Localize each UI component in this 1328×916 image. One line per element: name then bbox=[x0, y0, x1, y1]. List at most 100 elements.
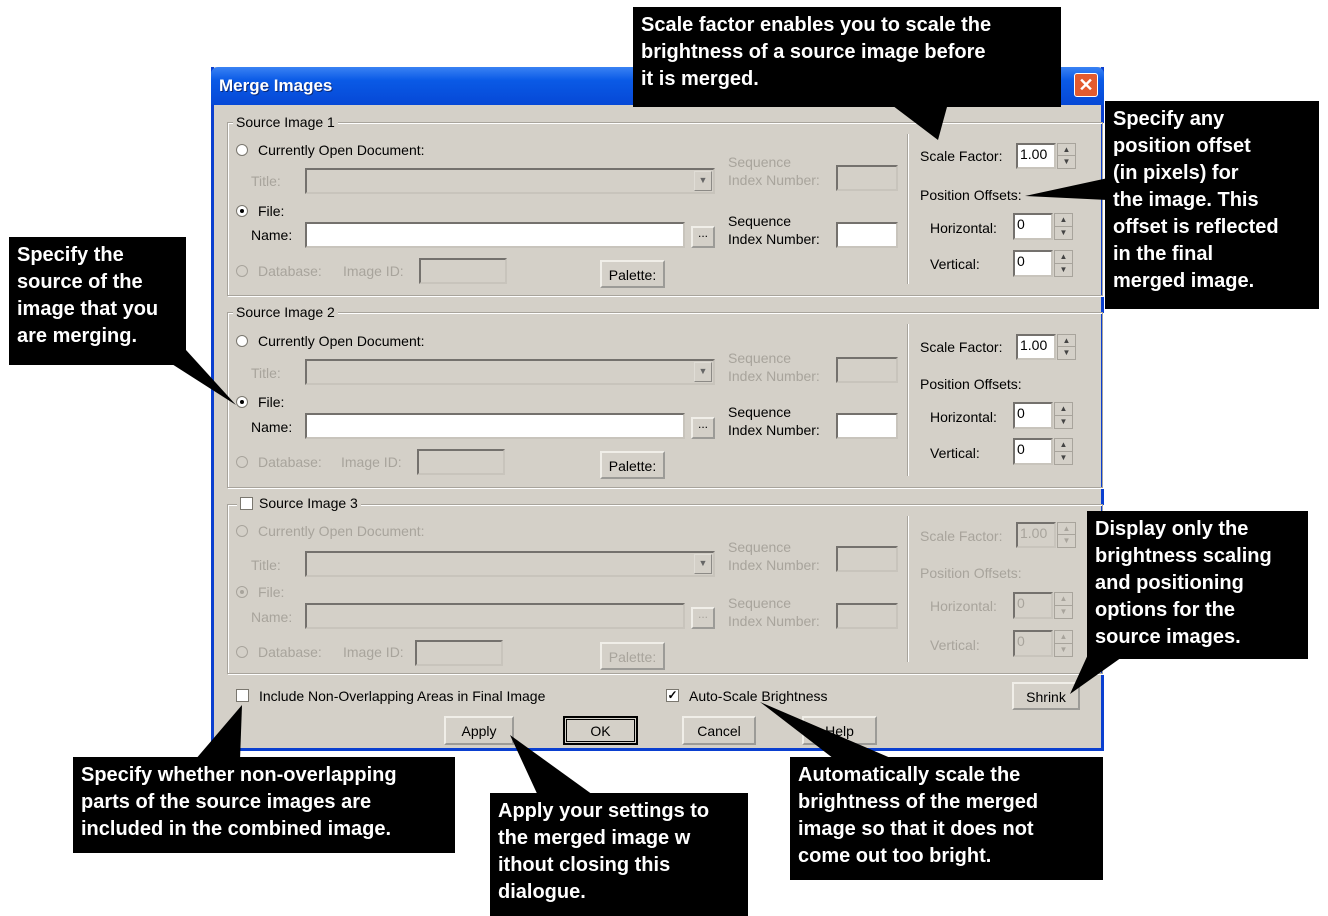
sequence-index-b1[interactable] bbox=[836, 222, 898, 248]
database-radio-3 bbox=[236, 646, 248, 658]
scale-factor-input-1[interactable]: 1.00 bbox=[1016, 143, 1056, 169]
sequence-index-b2[interactable] bbox=[836, 413, 898, 439]
horizontal-label-3: Horizontal: bbox=[930, 598, 997, 614]
browse-button-3: ... bbox=[691, 607, 715, 629]
vertical-offset-spinner-1[interactable]: ▲ ▼ bbox=[1054, 250, 1073, 277]
index-number-label-b2: Index Number: bbox=[728, 422, 820, 438]
image-id-input-1 bbox=[419, 258, 507, 284]
scale-factor-spinner-2[interactable]: ▲ ▼ bbox=[1057, 334, 1076, 360]
sequence-label-a3: Sequence bbox=[728, 539, 792, 555]
horizontal-label-1: Horizontal: bbox=[930, 220, 997, 236]
browse-button-2[interactable]: ... bbox=[691, 417, 715, 439]
horizontal-offset-input-2[interactable]: 0 bbox=[1013, 402, 1053, 429]
name-label-2: Name: bbox=[251, 419, 293, 435]
horizontal-offset-spinner-3: ▲ ▼ bbox=[1054, 592, 1073, 619]
file-radio-2[interactable] bbox=[236, 396, 248, 408]
database-label-1: Database: bbox=[258, 263, 322, 279]
palette-button-1[interactable]: Palette: bbox=[600, 260, 665, 288]
database-label-2: Database: bbox=[258, 454, 322, 470]
callout-scale-factor: Scale factor enables you to scale the br… bbox=[633, 7, 1061, 107]
position-offsets-label-1: Position Offsets: bbox=[920, 187, 1022, 203]
position-offsets-label-3: Position Offsets: bbox=[920, 565, 1022, 581]
index-number-label-b1: Index Number: bbox=[728, 231, 820, 247]
image-id-label-1: Image ID: bbox=[343, 263, 404, 279]
title-label-3: Title: bbox=[251, 557, 281, 573]
file-label-3: File: bbox=[258, 584, 285, 600]
include-non-overlapping-label: Include Non-Overlapping Areas in Final I… bbox=[259, 688, 546, 704]
divider bbox=[907, 134, 909, 284]
source-image-1-legend: Source Image 1 bbox=[233, 114, 338, 130]
horizontal-offset-spinner-1[interactable]: ▲ ▼ bbox=[1054, 213, 1073, 240]
file-name-input-3 bbox=[305, 603, 685, 629]
callout-apply: Apply your settings to the merged image … bbox=[490, 793, 748, 916]
horizontal-offset-input-3: 0 bbox=[1013, 592, 1053, 619]
vertical-offset-spinner-2[interactable]: ▲ ▼ bbox=[1054, 438, 1073, 465]
file-label-2: File: bbox=[258, 394, 285, 410]
close-button[interactable]: ✕ bbox=[1074, 73, 1098, 97]
horizontal-offset-input-1[interactable]: 0 bbox=[1013, 213, 1053, 240]
sequence-index-b3 bbox=[836, 603, 898, 629]
index-number-label-a1: Index Number: bbox=[728, 172, 820, 188]
image-id-input-3 bbox=[415, 640, 503, 666]
callout-position-offset: Specify any position offset (in pixels) … bbox=[1105, 101, 1319, 309]
title-combo-2: ▼ bbox=[305, 359, 715, 385]
browse-button-1[interactable]: ... bbox=[691, 226, 715, 248]
database-label-3: Database: bbox=[258, 644, 322, 660]
scale-factor-label-2: Scale Factor: bbox=[920, 339, 1003, 355]
current-document-radio-1[interactable] bbox=[236, 144, 248, 156]
scale-factor-label-1: Scale Factor: bbox=[920, 148, 1003, 164]
horizontal-offset-spinner-2[interactable]: ▲ ▼ bbox=[1054, 402, 1073, 429]
chevron-down-icon: ▼ bbox=[694, 554, 712, 574]
callout-auto-scale: Automatically scale the brightness of th… bbox=[790, 757, 1103, 880]
vertical-offset-input-2[interactable]: 0 bbox=[1013, 438, 1053, 465]
database-radio-1 bbox=[236, 265, 248, 277]
vertical-offset-spinner-3: ▲ ▼ bbox=[1054, 630, 1073, 657]
file-name-input-2[interactable] bbox=[305, 413, 685, 439]
chevron-down-icon: ▼ bbox=[694, 171, 712, 191]
scale-factor-input-3: 1.00 bbox=[1016, 522, 1056, 548]
sequence-index-a3 bbox=[836, 546, 898, 572]
database-radio-2 bbox=[236, 456, 248, 468]
scale-factor-label-3: Scale Factor: bbox=[920, 528, 1003, 544]
scale-factor-spinner-1[interactable]: ▲ ▼ bbox=[1057, 143, 1076, 169]
callout-source: Specify the source of the image that you… bbox=[9, 237, 186, 365]
scale-factor-spinner-3: ▲ ▼ bbox=[1057, 522, 1076, 548]
file-name-input-1[interactable] bbox=[305, 222, 685, 248]
vertical-offset-input-3: 0 bbox=[1013, 630, 1053, 657]
index-number-label-a2: Index Number: bbox=[728, 368, 820, 384]
include-non-overlapping-checkbox[interactable] bbox=[236, 689, 249, 702]
current-document-radio-2[interactable] bbox=[236, 335, 248, 347]
palette-button-2[interactable]: Palette: bbox=[600, 451, 665, 479]
vertical-offset-input-1[interactable]: 0 bbox=[1013, 250, 1053, 277]
cancel-button[interactable]: Cancel bbox=[682, 716, 756, 745]
callout-shrink: Display only the brightness scaling and … bbox=[1087, 511, 1308, 659]
apply-button[interactable]: Apply bbox=[444, 716, 514, 745]
shrink-button[interactable]: Shrink bbox=[1012, 682, 1080, 710]
title-combo-3: ▼ bbox=[305, 551, 715, 577]
help-button[interactable]: Help bbox=[802, 716, 877, 745]
chevron-down-icon: ▼ bbox=[694, 362, 712, 382]
callout-non-overlapping: Specify whether non-overlapping parts of… bbox=[73, 757, 455, 853]
title-label-2: Title: bbox=[251, 365, 281, 381]
vertical-label-2: Vertical: bbox=[930, 445, 980, 461]
current-document-label-3: Currently Open Document: bbox=[258, 523, 425, 539]
sequence-label-a1: Sequence bbox=[728, 154, 792, 170]
index-number-label-b3: Index Number: bbox=[728, 613, 820, 629]
ok-button[interactable]: OK bbox=[563, 716, 638, 745]
title-combo-1: ▼ bbox=[305, 168, 715, 194]
source-image-3-checkbox[interactable] bbox=[240, 497, 253, 510]
file-radio-1[interactable] bbox=[236, 205, 248, 217]
file-label-1: File: bbox=[258, 203, 285, 219]
sequence-label-b1: Sequence bbox=[728, 213, 792, 229]
divider bbox=[907, 516, 909, 662]
sequence-index-a1 bbox=[836, 165, 898, 191]
auto-scale-brightness-checkbox[interactable]: ✓ bbox=[666, 689, 679, 702]
current-document-label-1: Currently Open Document: bbox=[258, 142, 425, 158]
file-radio-3 bbox=[236, 586, 248, 598]
source-image-2-legend: Source Image 2 bbox=[233, 304, 338, 320]
name-label-3: Name: bbox=[251, 609, 293, 625]
sequence-label-b3: Sequence bbox=[728, 595, 792, 611]
current-document-label-2: Currently Open Document: bbox=[258, 333, 425, 349]
image-id-label-2: Image ID: bbox=[341, 454, 402, 470]
scale-factor-input-2[interactable]: 1.00 bbox=[1016, 334, 1056, 360]
